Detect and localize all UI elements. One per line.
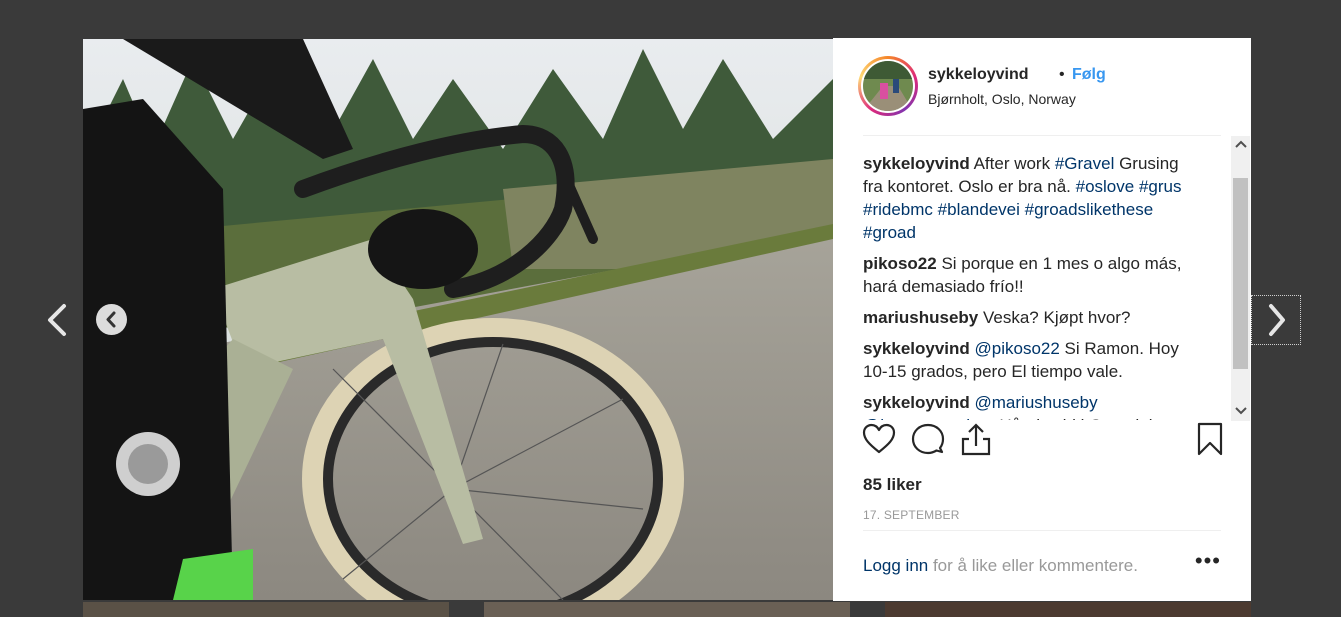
- previous-image-button[interactable]: [96, 304, 127, 335]
- login-prompt: Logg inn for å like eller kommentere. ••…: [863, 548, 1221, 576]
- like-button[interactable]: [861, 421, 897, 457]
- next-post-button[interactable]: [1251, 295, 1301, 345]
- previous-post-button[interactable]: [44, 302, 74, 338]
- comment-item: sykkeloyvind @mariushuseby @haugenoutdoo…: [863, 391, 1198, 420]
- more-options-icon[interactable]: •••: [1195, 548, 1221, 574]
- thumbnail-strip-middle[interactable]: [484, 602, 850, 617]
- post-username[interactable]: sykkeloyvind: [928, 66, 1029, 84]
- hashtag-link[interactable]: @haugenoutdoor: [863, 416, 995, 420]
- post-photo[interactable]: bmc: [83, 39, 833, 600]
- comment-item: sykkeloyvind @pikoso22 Si Ramon. Hoy 10-…: [863, 337, 1198, 383]
- comment-item: sykkeloyvind After work #Gravel Grusing …: [863, 152, 1198, 244]
- hashtag-link[interactable]: #groad: [863, 223, 916, 242]
- heart-icon: [862, 423, 896, 454]
- chevron-left-icon: [48, 304, 66, 336]
- bookmark-icon: [1197, 422, 1223, 456]
- follow-button[interactable]: Følg: [1072, 66, 1106, 84]
- comment-username[interactable]: sykkeloyvind: [863, 393, 970, 412]
- comment-icon: [911, 423, 945, 455]
- hashtag-link[interactable]: @mariushuseby: [975, 393, 1098, 412]
- comment-text: Håndsydd i Gausdal: [995, 416, 1152, 420]
- footer-divider: [863, 530, 1221, 531]
- comment-text: Veska? Kjøpt hvor?: [983, 308, 1131, 327]
- comments-scrollbar[interactable]: [1231, 136, 1250, 421]
- chevron-right-icon: [1269, 304, 1285, 336]
- comment-button[interactable]: [910, 421, 946, 457]
- comment-username[interactable]: mariushuseby: [863, 308, 978, 327]
- scroll-down-arrow-icon[interactable]: [1231, 403, 1250, 421]
- separator-dot: •: [1059, 66, 1065, 83]
- post-location[interactable]: Bjørnholt, Oslo, Norway: [928, 91, 1076, 107]
- save-button[interactable]: [1192, 421, 1228, 457]
- scroll-up-arrow-icon[interactable]: [1231, 136, 1250, 154]
- header-divider: [863, 135, 1221, 136]
- comment-text: After work: [973, 154, 1055, 173]
- thumbnail-strip-right[interactable]: [885, 602, 1251, 617]
- hashtag-link[interactable]: #oslove: [1076, 177, 1135, 196]
- login-prompt-text: for å like eller kommentere.: [928, 556, 1138, 575]
- hashtag-link[interactable]: #grus: [1139, 177, 1182, 196]
- share-button[interactable]: [958, 421, 994, 457]
- comment-username[interactable]: sykkeloyvind: [863, 154, 970, 173]
- like-count[interactable]: 85 liker: [863, 475, 922, 495]
- comment-item: pikoso22 Si porque en 1 mes o algo más, …: [863, 252, 1198, 298]
- avatar-image: [863, 61, 913, 111]
- post-date[interactable]: 17. SEPTEMBER: [863, 508, 960, 522]
- hashtag-link[interactable]: @pikoso22: [975, 339, 1060, 358]
- chevron-left-icon: [106, 311, 116, 328]
- hashtag-link[interactable]: #groadslikethese: [1025, 200, 1154, 219]
- scrollbar-thumb[interactable]: [1233, 178, 1248, 369]
- login-link[interactable]: Logg inn: [863, 556, 928, 575]
- comment-item: mariushuseby Veska? Kjøpt hvor?: [863, 306, 1198, 329]
- hashtag-link[interactable]: #blandevei: [938, 200, 1020, 219]
- hashtag-link[interactable]: #ridebmc: [863, 200, 933, 219]
- post-header: sykkeloyvind • Følg Bjørnholt, Oslo, Nor…: [858, 56, 1221, 120]
- comment-username[interactable]: pikoso22: [863, 254, 937, 273]
- comments-list[interactable]: sykkeloyvind After work #Gravel Grusing …: [863, 152, 1198, 420]
- avatar[interactable]: [858, 56, 918, 116]
- post-details-panel: sykkeloyvind • Følg Bjørnholt, Oslo, Nor…: [833, 38, 1251, 601]
- hashtag-link[interactable]: #Gravel: [1055, 154, 1115, 173]
- post-actions: [861, 421, 1223, 457]
- share-icon: [961, 423, 991, 456]
- comment-username[interactable]: sykkeloyvind: [863, 339, 970, 358]
- thumbnail-strip-left[interactable]: [83, 602, 449, 617]
